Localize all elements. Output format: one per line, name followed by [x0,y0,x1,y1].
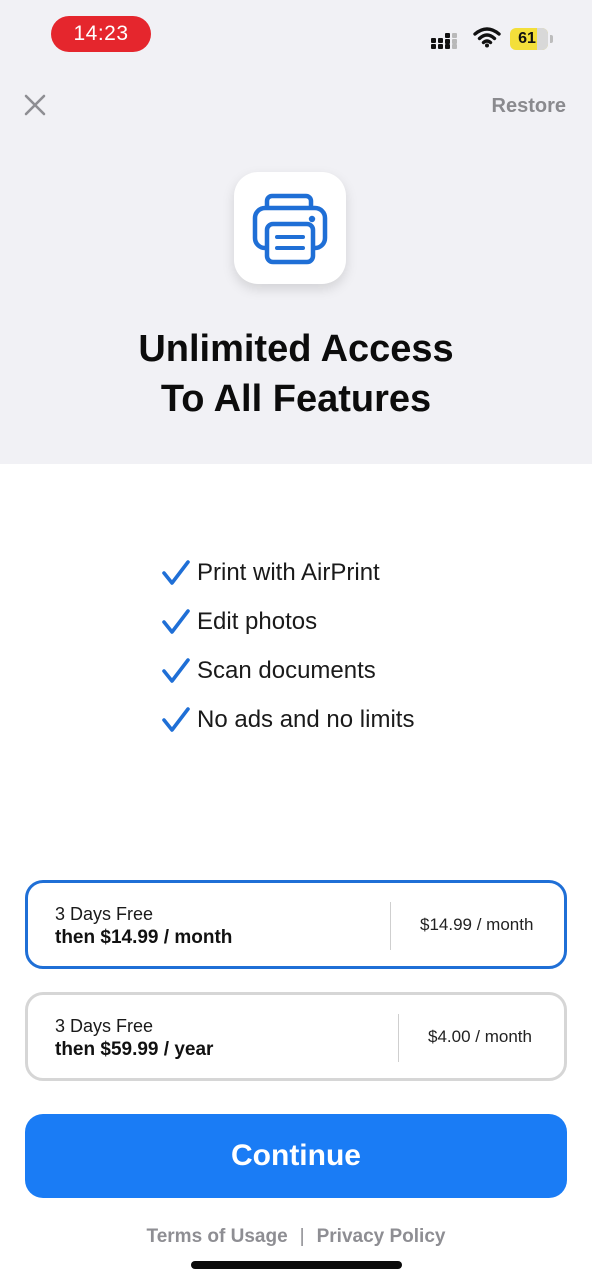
plan-price-label: then $59.99 / year [55,1039,214,1060]
signal-icon [431,30,463,50]
battery-icon: 61 [510,28,554,50]
feature-label: No ads and no limits [197,705,415,733]
restore-button[interactable]: Restore [492,95,566,118]
feature-label: Edit photos [197,607,318,635]
headline-line-1: Unlimited Access [138,328,454,370]
terms-link[interactable]: Terms of Usage [147,1226,288,1247]
feature-label: Scan documents [197,656,376,684]
status-time: 14:23 [51,16,151,52]
checkmark-icon [162,657,190,683]
privacy-link[interactable]: Privacy Policy [317,1226,446,1247]
page-title: Unlimited Access To All Features [0,324,592,424]
feature-item: Print with AirPrint [161,548,414,597]
plan-details: 3 Days Free then $14.99 / month [55,903,232,950]
feature-label: Print with AirPrint [197,558,380,586]
plan-price-label: then $14.99 / month [55,927,233,948]
plan-trial-label: 3 Days Free [55,904,154,924]
plan-option-monthly[interactable]: 3 Days Free then $14.99 / month $14.99 /… [25,880,567,969]
feature-item: Scan documents [161,646,414,695]
app-logo [234,172,346,284]
close-icon[interactable] [22,92,48,118]
feature-item: Edit photos [161,597,414,646]
continue-button[interactable]: Continue [25,1114,567,1198]
headline-line-2: To All Features [160,378,432,420]
battery-body: 61 [510,28,548,50]
plan-trial-label: 3 Days Free [55,1016,154,1036]
plan-monthly-price: $14.99 / month [420,915,534,934]
checkmark-icon [162,559,190,585]
plan-details: 3 Days Free then $59.99 / year [55,1015,213,1062]
footer-separator: | [299,1226,305,1247]
home-indicator [191,1261,402,1269]
feature-item: No ads and no limits [161,695,414,744]
checkmark-icon [162,608,190,634]
plan-divider [398,1014,399,1062]
plan-monthly-price: $4.00 / month [428,1027,532,1046]
printer-icon [252,193,328,265]
wifi-icon [473,27,501,48]
checkmark-icon [162,706,190,732]
plan-divider [390,902,391,950]
battery-level: 61 [518,30,536,47]
feature-list: Print with AirPrint Edit photos Scan doc… [161,548,414,744]
footer-links: Terms of Usage | Privacy Policy [0,1226,592,1248]
plan-option-yearly[interactable]: 3 Days Free then $59.99 / year $4.00 / m… [25,992,567,1081]
